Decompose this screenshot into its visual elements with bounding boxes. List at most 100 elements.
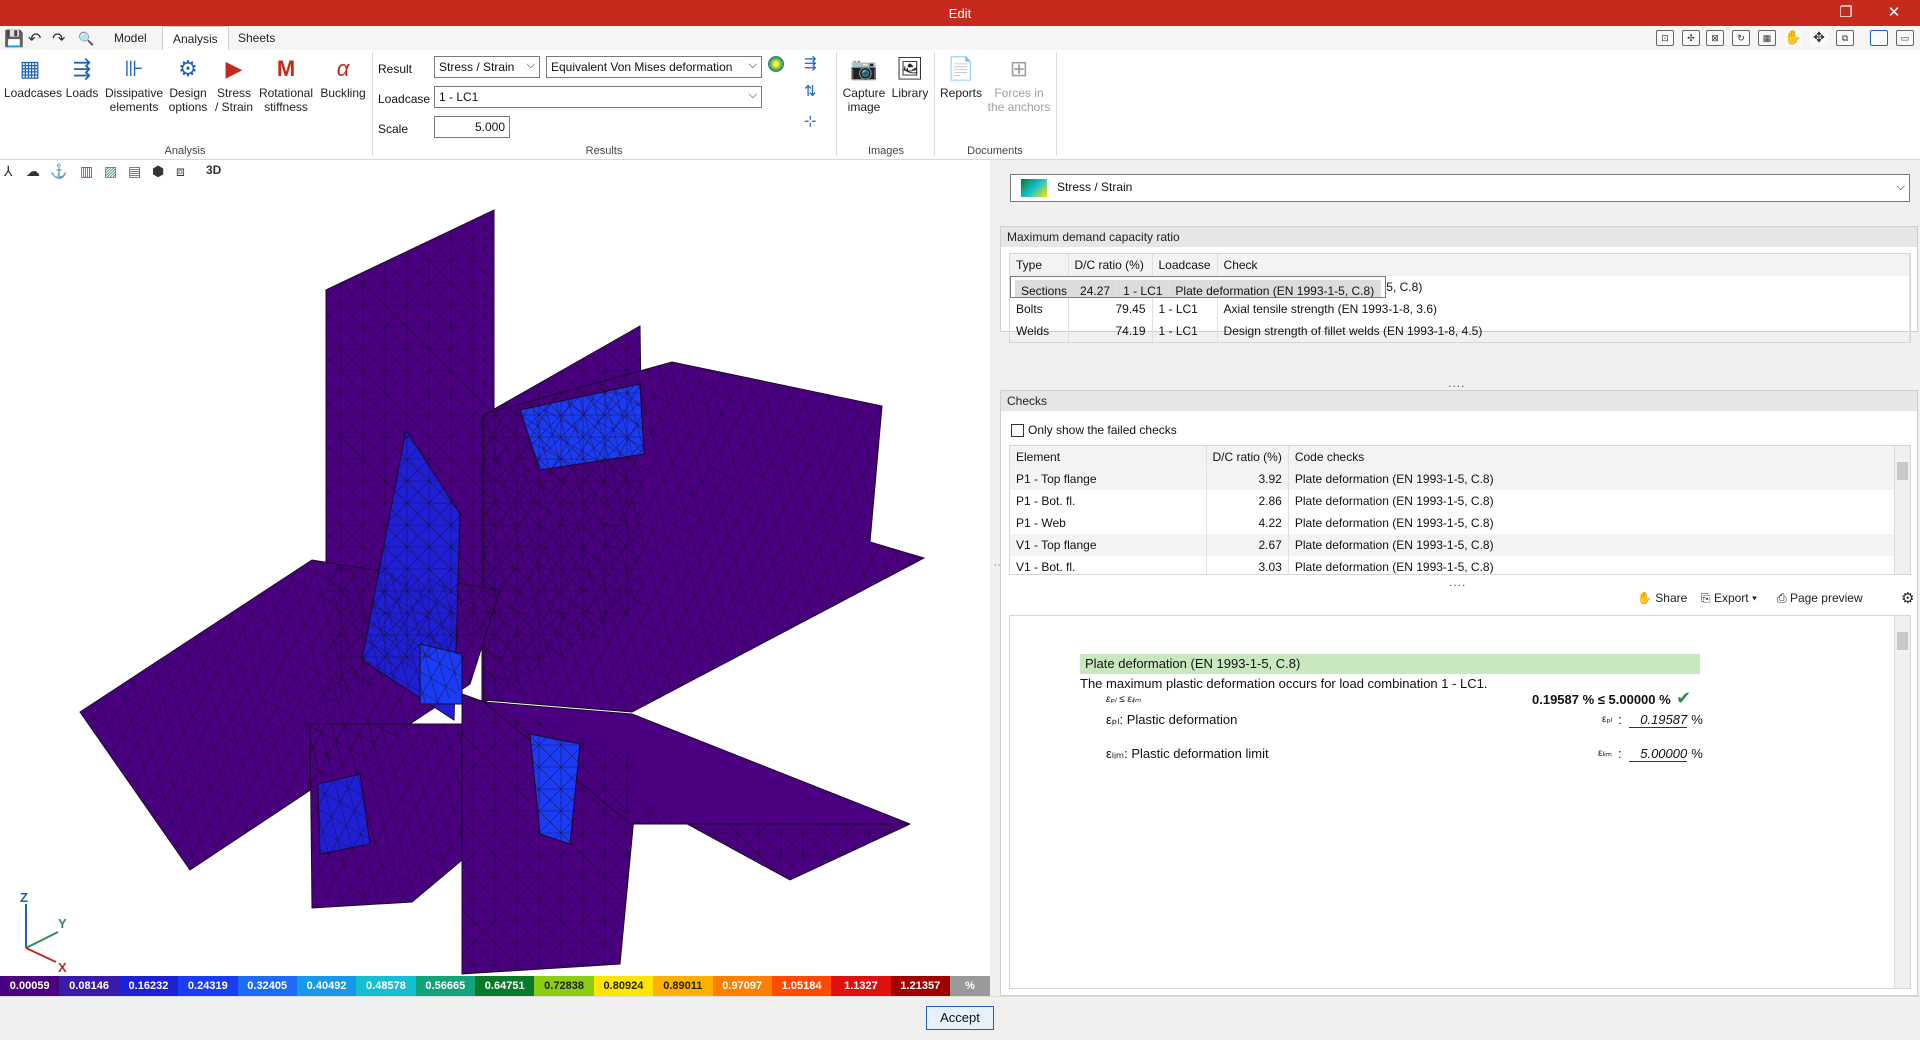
pan-hand-icon[interactable]: ✋ bbox=[1784, 30, 1802, 46]
loads-button[interactable]: ⇶ Loads bbox=[62, 54, 102, 100]
chevron-down-icon: ⌵ bbox=[526, 59, 535, 71]
redo-icon[interactable]: ↷ bbox=[52, 29, 65, 49]
plates-icon[interactable]: ▥ bbox=[80, 163, 93, 180]
axis-z-label: Z bbox=[20, 890, 28, 905]
scrollbar-thumb[interactable] bbox=[1897, 632, 1908, 650]
legend-value: 0.08146 bbox=[59, 976, 119, 996]
view-3d-icon[interactable]: 3D bbox=[206, 163, 221, 177]
stress-strain-button[interactable]: ▶ Stress / Strain bbox=[212, 54, 256, 114]
resize-grip[interactable]: .... bbox=[1448, 376, 1465, 390]
export-button[interactable]: ⎘ Export ▾ bbox=[1701, 591, 1757, 606]
table-row[interactable]: Welds 74.19 1 - LC1 Design strength of fill… bbox=[1010, 320, 1911, 342]
bolts-icon[interactable]: ▤ bbox=[128, 163, 141, 180]
cloud-icon[interactable]: ☁ bbox=[26, 163, 40, 180]
resize-grip[interactable]: .... bbox=[1449, 575, 1466, 589]
view-rotate-icon[interactable]: ↻ bbox=[1732, 30, 1750, 46]
accept-button[interactable]: Accept bbox=[926, 1006, 994, 1030]
transparency-icon[interactable]: ⧈ bbox=[176, 163, 185, 180]
loadcases-button[interactable]: ▦ Loadcases bbox=[4, 54, 62, 100]
page-preview-button[interactable]: ⎙ Page preview bbox=[1777, 591, 1863, 606]
result-select[interactable]: Stress / Strain ⌵ bbox=[434, 56, 540, 78]
group-label-analysis: Analysis bbox=[164, 145, 206, 157]
type-cell: Bolts bbox=[1010, 298, 1069, 320]
search-icon[interactable]: 🔍 bbox=[78, 31, 94, 47]
group-separator bbox=[934, 52, 935, 156]
table-row[interactable]: P1 - Bot. fl. 2.86 Plate deformation (EN 1… bbox=[1010, 490, 1910, 512]
table-row[interactable]: Bolts 79.45 1 - LC1 Axial tensile strength … bbox=[1010, 298, 1911, 320]
view-front-icon[interactable]: ⊡ bbox=[1656, 30, 1674, 46]
failed-only-checkbox[interactable] bbox=[1011, 423, 1024, 437]
report-sentence: The maximum plastic deformation occurs f… bbox=[1080, 676, 1488, 691]
view-grid-icon[interactable]: ▦ bbox=[1758, 30, 1776, 46]
view-iso-icon[interactable]: ⧉ bbox=[1836, 30, 1854, 46]
close-icon[interactable]: ✕ bbox=[1880, 3, 1908, 21]
code-check-cell: Plate deformation (EN 1993-1-5, C.8) bbox=[1288, 468, 1910, 490]
model-viewport[interactable]: Z Y X bbox=[0, 184, 990, 976]
design-options-button[interactable]: ⚙ Design options bbox=[166, 54, 210, 114]
table-row[interactable]: V1 - Bot. fl. 3.03 Plate deformation (EN 1… bbox=[1010, 556, 1910, 574]
checks-scrollbar[interactable] bbox=[1894, 446, 1910, 574]
view-toolbar: ⅄ ☁ ⚓ ▥ ▨ ▤ ⬢ ⧈ 3D bbox=[0, 160, 990, 184]
element-cell: P1 - Web bbox=[1010, 512, 1207, 534]
report-scrollbar[interactable] bbox=[1894, 616, 1910, 988]
share-button[interactable]: ✋ Share bbox=[1637, 591, 1687, 605]
restore-icon[interactable]: ❐ bbox=[1832, 3, 1860, 21]
failed-filter[interactable]: Only show the failed checks bbox=[1011, 423, 1177, 437]
view-fit-icon[interactable]: ✣ bbox=[1682, 30, 1700, 46]
loadcase-select[interactable]: 1 - LC1 ⌵ bbox=[434, 86, 762, 108]
scale-input[interactable]: 5.000 bbox=[434, 116, 510, 138]
legend-value: 0.97097 bbox=[712, 976, 772, 996]
legend-value: 0.80924 bbox=[593, 976, 654, 996]
table-row[interactable]: V1 - Top flange 2.67 Plate deformation (EN… bbox=[1010, 534, 1910, 556]
dc-ratio-cell: 2.67 bbox=[1206, 534, 1289, 556]
library-button[interactable]: 🖼 Library bbox=[888, 54, 932, 100]
capture-image-button[interactable]: 📷 Capture image bbox=[842, 54, 886, 114]
anchor-icon[interactable]: ⚓ bbox=[50, 163, 67, 180]
checks-table: Element D/C ratio (%) Code checks P1 - T… bbox=[1010, 446, 1910, 574]
color-scale-icon[interactable] bbox=[768, 56, 784, 72]
chevron-down-icon: ⌵ bbox=[1896, 181, 1905, 193]
dissipative-elements-button[interactable]: ⊪ Dissipative elements bbox=[104, 54, 164, 114]
view-zoom-icon[interactable]: ⊠ bbox=[1706, 30, 1724, 46]
axes-triad: Z Y X bbox=[20, 890, 67, 975]
summary-table: Type D/C ratio (%) Loadcase Check Sectio… bbox=[1010, 254, 1911, 342]
forces-in-anchors-button[interactable]: ⊞ Forces in the anchors bbox=[986, 54, 1052, 114]
summary-panel: Maximum demand capacity ratio Type D/C r… bbox=[1000, 226, 1918, 343]
deformed-view-icon[interactable]: ⇶ bbox=[804, 54, 817, 72]
mesh-view-icon[interactable]: ⊹ bbox=[804, 112, 817, 130]
table-row[interactable]: P1 - Web 4.22 Plate deformation (EN 1993-1… bbox=[1010, 512, 1910, 534]
tab-sheets[interactable]: Sheets bbox=[228, 26, 285, 50]
buckling-button[interactable]: α Buckling bbox=[318, 54, 368, 100]
result-type-select[interactable]: Equivalent Von Mises deformation ⌵ bbox=[546, 56, 762, 78]
tab-analysis[interactable]: Analysis bbox=[162, 26, 229, 50]
report-row2-value-wrap: : 5.00000% bbox=[1618, 746, 1703, 762]
gear-icon: ⚙ bbox=[178, 56, 198, 81]
group-separator bbox=[372, 52, 373, 156]
undo-icon[interactable]: ↶ bbox=[28, 29, 41, 49]
check-cell: Design strength of fillet welds (EN 1993… bbox=[1217, 320, 1911, 342]
type-cell: Welds bbox=[1010, 320, 1069, 342]
reports-button[interactable]: 📄 Reports bbox=[938, 54, 984, 100]
group-label-results: Results bbox=[585, 145, 623, 157]
result-view-select[interactable]: Stress / Strain ⌵ bbox=[1010, 174, 1910, 202]
window-mode-icon[interactable] bbox=[1870, 30, 1888, 46]
report-row2-value: 5.00000 bbox=[1629, 746, 1688, 762]
solid-icon[interactable]: ⬢ bbox=[152, 163, 164, 180]
table-row[interactable]: P1 - Top flange 3.92 Plate deformation (EN… bbox=[1010, 468, 1910, 490]
move-icon[interactable]: ✥ bbox=[1810, 30, 1828, 46]
settings-gear-icon[interactable]: ⚙ bbox=[1901, 589, 1914, 607]
panel-splitter[interactable]: ⋮ bbox=[990, 160, 1004, 996]
dc-ratio-cell: 24.27 bbox=[1073, 280, 1118, 297]
rotational-stiffness-button[interactable]: M Rotational stiffness bbox=[256, 54, 316, 114]
table-row[interactable]: Sections 24.27 1 - LC1 Plate deformation (E… bbox=[1010, 276, 1387, 298]
axes-icon[interactable]: ⅄ bbox=[4, 163, 13, 180]
tab-model[interactable]: Model bbox=[104, 26, 157, 50]
col-check: Check bbox=[1217, 254, 1911, 276]
legend-value: 0.24319 bbox=[178, 976, 238, 996]
welds-icon[interactable]: ▨ bbox=[104, 163, 117, 180]
scrollbar-thumb[interactable] bbox=[1897, 462, 1908, 480]
section-view-icon[interactable]: ⇅ bbox=[804, 82, 817, 100]
legend-value: 0.00059 bbox=[0, 976, 60, 996]
chat-icon[interactable]: ▭ bbox=[1896, 30, 1914, 46]
save-icon[interactable]: 💾 bbox=[4, 29, 24, 49]
